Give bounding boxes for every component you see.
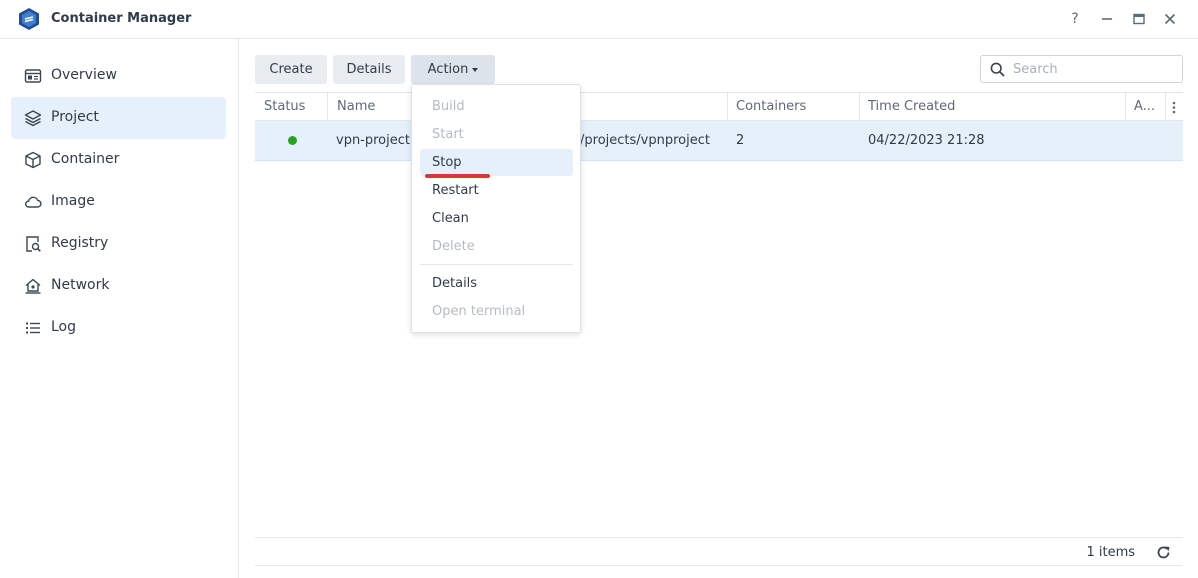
maximize-icon — [1133, 13, 1145, 25]
sidebar-item-registry[interactable]: Registry — [11, 223, 226, 265]
sidebar-item-label: Overview — [51, 67, 117, 83]
network-home-icon — [25, 278, 41, 294]
menu-item-clean[interactable]: Clean — [420, 205, 573, 232]
column-header-truncated[interactable]: A... — [1125, 93, 1166, 121]
registry-search-icon — [26, 236, 41, 252]
menu-item-details[interactable]: Details — [420, 270, 573, 297]
sidebar-item-network[interactable]: Network — [11, 265, 226, 307]
help-button[interactable]: ? — [1065, 9, 1085, 29]
menu-item-restart[interactable]: Restart — [420, 177, 573, 204]
menu-item-build: Build — [432, 99, 465, 114]
cloud-icon — [25, 196, 42, 208]
table-footer: 1 items — [255, 537, 1183, 566]
caret-down-icon — [472, 67, 479, 72]
annotation-underline — [425, 174, 490, 178]
minimize-button[interactable] — [1097, 9, 1117, 29]
action-menu: Build Start Stop Restart Clean Delete De… — [411, 84, 581, 333]
list-icon — [26, 322, 40, 334]
sidebar-item-label: Container — [51, 151, 120, 167]
cube-icon — [25, 151, 41, 169]
items-count: 1 items — [1086, 545, 1135, 560]
column-options-icon[interactable] — [1171, 101, 1177, 114]
overview-icon — [24, 69, 42, 83]
sidebar-item-container[interactable]: Container — [11, 139, 226, 181]
menu-item-delete: Delete — [432, 239, 475, 254]
create-button-label: Create — [269, 62, 313, 77]
details-button-label: Details — [346, 62, 392, 77]
details-button[interactable]: Details — [333, 55, 405, 84]
search-box[interactable] — [980, 55, 1183, 83]
menu-item-open-terminal: Open terminal — [432, 304, 526, 319]
column-header-containers[interactable]: Containers — [727, 93, 860, 121]
search-icon — [990, 62, 1005, 77]
sidebar-item-label: Registry — [51, 235, 109, 251]
refresh-icon[interactable] — [1156, 545, 1171, 560]
project-path-cell: /projects/vpnproject — [580, 133, 710, 148]
project-name-cell: vpn-project — [336, 133, 410, 148]
maximize-button[interactable] — [1129, 9, 1149, 29]
sidebar-item-project[interactable]: Project — [11, 97, 226, 139]
menu-item-start: Start — [432, 127, 464, 142]
status-running-indicator — [288, 136, 297, 145]
action-button-label: Action — [427, 62, 469, 77]
table-header: Status Name Containers Time Created A... — [255, 92, 1183, 121]
menu-item-stop[interactable]: Stop — [420, 149, 573, 176]
sidebar-item-image[interactable]: Image — [11, 181, 226, 223]
close-button[interactable] — [1160, 9, 1180, 29]
app-title: Container Manager — [51, 11, 192, 26]
action-dropdown-button[interactable]: Action — [411, 55, 495, 84]
sidebar-item-label: Log — [51, 319, 77, 335]
sidebar-item-label: Image — [51, 193, 95, 209]
time-created-cell: 04/22/2023 21:28 — [868, 133, 985, 148]
column-header-time-created[interactable]: Time Created — [859, 93, 1126, 121]
sidebar-item-overview[interactable]: Overview — [11, 55, 226, 97]
help-icon: ? — [1071, 11, 1079, 27]
sidebar-item-label: Network — [51, 277, 110, 293]
containers-count-cell: 2 — [736, 133, 745, 148]
create-button[interactable]: Create — [255, 55, 327, 84]
layers-icon — [24, 110, 42, 127]
minimize-icon — [1102, 18, 1112, 20]
column-header-status[interactable]: Status — [255, 93, 328, 121]
sidebar: Overview Project Container Image Registr… — [0, 39, 239, 578]
title-bar: Container Manager ? — [0, 0, 1198, 39]
sidebar-item-label: Project — [51, 109, 99, 125]
container-manager-logo-icon — [19, 8, 39, 30]
close-icon — [1164, 13, 1176, 25]
search-input[interactable] — [1013, 59, 1178, 79]
table-row[interactable]: vpn-project /projects/vpnproject 2 04/22… — [255, 121, 1183, 161]
sidebar-item-log[interactable]: Log — [11, 307, 226, 349]
menu-separator — [420, 264, 573, 265]
